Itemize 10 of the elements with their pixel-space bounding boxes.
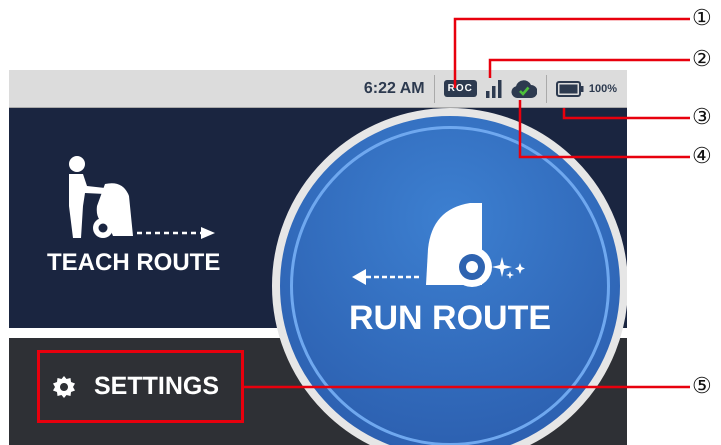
callout-number: ③ bbox=[692, 105, 712, 131]
clock-time: 6:22 AM bbox=[364, 80, 425, 98]
teach-route-label: TEACH ROUTE bbox=[47, 249, 220, 277]
callout-number: ② bbox=[692, 47, 712, 73]
connection-badge: ROC bbox=[444, 80, 477, 97]
callout-number: ⑤ bbox=[692, 374, 712, 400]
callout-number: ④ bbox=[692, 144, 712, 170]
settings-button[interactable]: SETTINGS bbox=[37, 350, 244, 423]
battery-percentage: 100% bbox=[588, 82, 617, 94]
callout-number: ① bbox=[692, 6, 712, 32]
